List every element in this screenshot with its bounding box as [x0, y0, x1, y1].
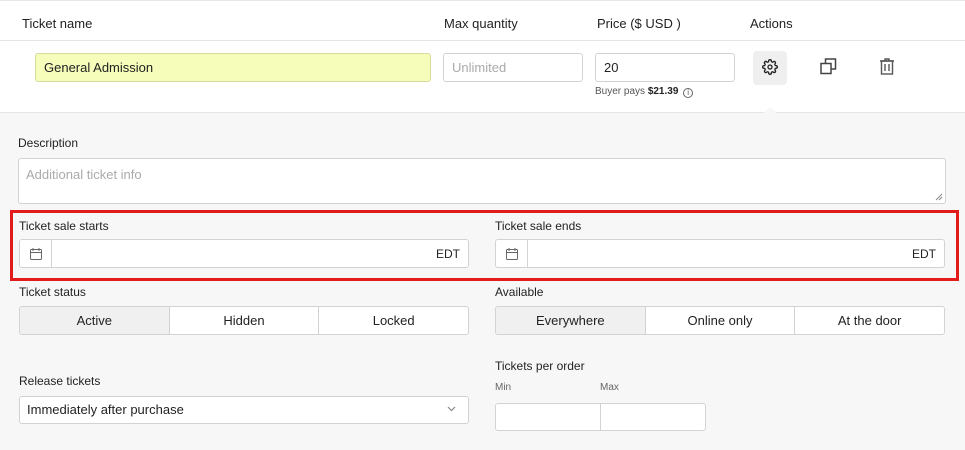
resize-handle-icon[interactable]	[935, 193, 943, 201]
col-actions: Actions	[750, 16, 793, 31]
ticket-status-segmented: Active Hidden Locked	[19, 306, 469, 335]
available-label: Available	[495, 285, 544, 299]
col-ticket-name: Ticket name	[22, 16, 93, 31]
buyer-pays-note: Buyer pays $21.39 i	[595, 86, 694, 98]
release-tickets-value: Immediately after purchase	[27, 402, 184, 417]
col-max-quantity: Max quantity	[444, 16, 518, 31]
release-tickets-select[interactable]: Immediately after purchase	[19, 396, 469, 424]
duplicate-button[interactable]	[816, 56, 840, 80]
table-header: Ticket name Max quantity Price ($ USD ) …	[0, 0, 965, 41]
description-textarea[interactable]: Additional ticket info	[18, 158, 946, 204]
gear-icon	[762, 58, 778, 78]
max-quantity-input[interactable]: Unlimited	[443, 53, 583, 82]
available-option-door[interactable]: At the door	[795, 307, 944, 334]
annotation-highlight-box	[10, 210, 959, 281]
ticket-row: General Admission Unlimited 20 Buyer pay…	[0, 41, 965, 114]
max-input[interactable]	[601, 404, 705, 430]
available-segmented: Everywhere Online only At the door	[495, 306, 945, 335]
delete-button[interactable]	[875, 56, 899, 80]
col-price: Price ($ USD )	[597, 16, 681, 31]
chevron-down-icon	[447, 406, 456, 412]
tickets-per-order-inputs	[495, 403, 706, 431]
status-option-hidden[interactable]: Hidden	[170, 307, 320, 334]
info-icon[interactable]: i	[683, 88, 694, 98]
min-input[interactable]	[496, 404, 601, 430]
buyer-pays-prefix: Buyer pays	[595, 86, 646, 97]
buyer-pays-amount: $21.39	[647, 86, 679, 97]
duplicate-icon	[819, 58, 837, 78]
ticket-status-label: Ticket status	[19, 285, 86, 299]
release-tickets-label: Release tickets	[19, 374, 101, 388]
max-label: Max	[600, 382, 619, 393]
settings-button[interactable]	[753, 51, 787, 85]
status-option-active[interactable]: Active	[20, 307, 170, 334]
tickets-per-order-label: Tickets per order	[495, 359, 585, 373]
trash-icon	[880, 58, 894, 78]
description-placeholder: Additional ticket info	[26, 167, 142, 182]
description-label: Description	[18, 136, 79, 150]
settings-pointer	[762, 107, 778, 114]
available-option-everywhere[interactable]: Everywhere	[496, 307, 646, 334]
min-label: Min	[495, 382, 512, 393]
status-option-locked[interactable]: Locked	[319, 307, 468, 334]
ticket-name-input[interactable]: General Admission	[35, 53, 431, 82]
price-input[interactable]: 20	[595, 53, 735, 82]
available-option-online[interactable]: Online only	[646, 307, 796, 334]
